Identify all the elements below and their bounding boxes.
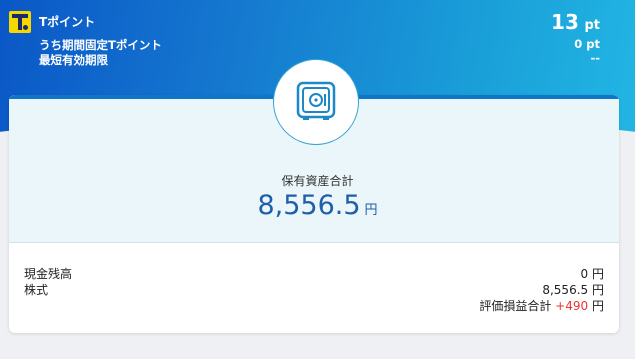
cash-balance-value: 0 <box>580 267 589 281</box>
cash-balance-label: 現金残高 <box>24 267 73 281</box>
stock-label: 株式 <box>24 283 49 297</box>
total-assets-value: 8,556.5 <box>257 190 361 221</box>
cash-balance: 0 円 <box>581 265 604 282</box>
unrealized-gain-value: +490 <box>555 299 589 313</box>
unrealized-gain-label: 評価損益合計 <box>479 299 552 313</box>
stock-unit: 円 <box>591 283 604 297</box>
safe-icon <box>296 81 336 120</box>
tpoint-logo-icon <box>9 11 31 33</box>
cash-balance-unit: 円 <box>591 267 604 281</box>
stock-value: 8,556.5 <box>542 283 589 297</box>
tpoint-total: 13 pt <box>551 10 600 34</box>
total-assets-label: 保有資産合計 <box>281 174 354 188</box>
tpoint-partial: 0 pt <box>574 37 600 51</box>
tpoint-total-unit: pt <box>584 18 600 33</box>
tpoint-partial-label: うち期間固定Tポイント <box>39 38 162 52</box>
tpoint-expiry-label: 最短有効期限 <box>39 53 108 67</box>
tpoint-partial-unit: pt <box>586 37 600 51</box>
tpoint-partial-value: 0 <box>574 37 583 51</box>
total-assets-unit: 円 <box>364 203 378 218</box>
total-assets: 8,556.5 円 <box>0 190 635 221</box>
tpoint-expiry-value: -- <box>590 51 600 65</box>
unrealized-gain-unit: 円 <box>591 299 604 313</box>
stock: 8,556.5 円 <box>542 281 604 298</box>
tpoint-total-value: 13 <box>551 10 579 34</box>
unrealized-gain: 評価損益合計 +490 円 <box>479 297 604 314</box>
tpoint-title: Tポイント <box>39 15 96 29</box>
safe-icon-circle <box>273 59 359 145</box>
